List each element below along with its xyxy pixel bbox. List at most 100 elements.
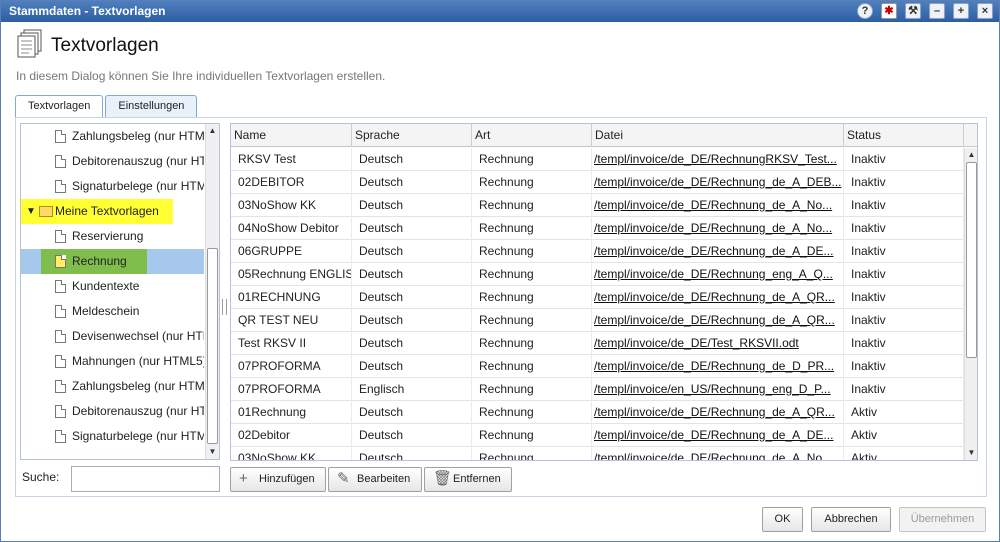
table-row[interactable]: 06GRUPPE Deutsch Rechnung/templ/invoice/de… [231, 240, 964, 263]
minimize-icon[interactable]: – [929, 3, 945, 19]
file-link[interactable]: /templ/invoice/en_US/Rechnung_eng_D_P... [592, 378, 844, 401]
cell-sprache: Deutsch [352, 309, 472, 332]
pane-splitter[interactable] [222, 299, 227, 315]
file-link[interactable]: /templ/invoice/de_DE/Rechnung_de_D_PR... [592, 355, 844, 378]
bug-icon[interactable]: ✱ [881, 3, 897, 19]
column-header-status[interactable]: Status [844, 124, 964, 147]
tree-item[interactable]: Devisenwechsel (nur HTML) [21, 324, 204, 349]
help-icon[interactable]: ? [857, 3, 873, 19]
cell-name: 03NoShow KK [231, 194, 352, 217]
table-row[interactable]: RKSV Test Deutsch Rechnung/templ/invoice/d… [231, 148, 964, 171]
title-bar: Stammdaten - Textvorlagen ? ✱ ⚒ – + × [1, 1, 999, 22]
tree-item-label: Meldeschein [72, 304, 140, 318]
table-row[interactable]: Test RKSV II Deutsch Rechnung/templ/invoic… [231, 332, 964, 355]
file-link[interactable]: /templ/invoice/de_DE/Test_RKSVII.odt [592, 332, 844, 355]
cell-name: QR TEST NEU [231, 309, 352, 332]
table-row[interactable]: 01RECHNUNG Deutsch Rechnung/templ/invoice/… [231, 286, 964, 309]
table-row[interactable]: 05Rechnung ENGLISCHDeutschRechnung/templ… [231, 263, 964, 286]
tree-item[interactable]: Zahlungsbeleg (nur HTML) [21, 374, 204, 399]
table-row[interactable]: 03NoShow KK Deutsch Rechnung/templ/invoice… [231, 447, 964, 460]
tree-item[interactable]: Zahlungsbeleg (nur HTML) [21, 124, 204, 149]
tree-item[interactable]: Meldeschein [21, 299, 204, 324]
tree-scrollbar[interactable]: ▲ ▼ [205, 124, 219, 459]
pencil-icon: ✎ [337, 470, 350, 487]
document-icon [55, 355, 66, 368]
ok-button[interactable]: OK [762, 507, 803, 532]
file-link[interactable]: /templ/invoice/de_DE/Rechnung_de_A_DE... [592, 240, 844, 263]
table-row[interactable]: 02DEBITOR Deutsch Rechnung/templ/invoice/d… [231, 171, 964, 194]
cell-name: 07PROFORMA [231, 378, 352, 401]
cell-art: Rechnung [472, 286, 592, 309]
maximize-icon[interactable]: + [953, 3, 969, 19]
file-link[interactable]: /templ/invoice/de_DE/Rechnung_de_A_QR... [592, 286, 844, 309]
table-row[interactable]: QR TEST NEU Deutsch Rechnung/templ/invoice… [231, 309, 964, 332]
table-row[interactable]: 07PROFORMA Englisch Rechnung/templ/invoice… [231, 378, 964, 401]
tree-item-selected[interactable]: Rechnung [21, 249, 204, 274]
scroll-up-icon[interactable]: ▲ [206, 124, 219, 138]
cell-sprache: Deutsch [352, 240, 472, 263]
file-link[interactable]: /templ/invoice/de_DE/Rechnung_eng_A_Q... [592, 263, 844, 286]
tree-item[interactable]: Signaturbelege (nur HTML) [21, 424, 204, 449]
document-icon [55, 230, 66, 243]
cancel-button[interactable]: Abbrechen [811, 507, 891, 532]
file-link[interactable]: /templ/invoice/de_DE/Rechnung_de_A_No... [592, 194, 844, 217]
column-header-art[interactable]: Art [472, 124, 592, 147]
tree-item-label: Signaturbelege (nur HTML) [72, 179, 204, 193]
table-row[interactable]: 01Rechnung Deutsch Rechnung/templ/invoice/… [231, 401, 964, 424]
scroll-thumb[interactable] [966, 162, 977, 358]
cell-art: Rechnung [472, 401, 592, 424]
tree-item[interactable]: Reservierung [21, 224, 204, 249]
tree-item-label: Mahnungen (nur HTML5) [72, 354, 204, 368]
search-input[interactable] [71, 466, 220, 492]
tab-einstellungen[interactable]: Einstellungen [105, 95, 198, 117]
file-link[interactable]: /templ/invoice/de_DE/RechnungRKSV_Test..… [592, 148, 844, 171]
tree-folder-meine-textvorlagen[interactable]: ▼ Meine Textvorlagen [21, 199, 173, 224]
table-scrollbar[interactable]: ▲ ▼ [964, 148, 977, 460]
cell-status: Aktiv [844, 424, 964, 447]
close-icon[interactable]: × [977, 3, 993, 19]
column-header-name[interactable]: Name [231, 124, 352, 147]
remove-button[interactable]: 🗑 Entfernen [424, 467, 512, 492]
tree-item[interactable]: Signaturbelege (nur HTML) [21, 174, 204, 199]
table-row[interactable]: 02Debitor Deutsch Rechnung/templ/invoice/d… [231, 424, 964, 447]
plus-icon: + [239, 470, 248, 487]
scroll-down-icon[interactable]: ▼ [206, 445, 219, 459]
cell-art: Rechnung [472, 240, 592, 263]
cell-sprache: Deutsch [352, 286, 472, 309]
file-link[interactable]: /templ/invoice/de_DE/Rechnung_de_A_DE... [592, 424, 844, 447]
add-button[interactable]: + Hinzufügen [230, 467, 326, 492]
tree-item-label: Reservierung [72, 229, 144, 243]
document-icon [55, 180, 66, 193]
file-link[interactable]: /templ/invoice/de_DE/Rechnung_de_A_No... [592, 447, 844, 460]
file-link[interactable]: /templ/invoice/de_DE/Rechnung_de_A_No... [592, 217, 844, 240]
cell-sprache: Deutsch [352, 171, 472, 194]
cell-status: Inaktiv [844, 171, 964, 194]
wrench-icon[interactable]: ⚒ [905, 3, 921, 19]
cell-status: Inaktiv [844, 263, 964, 286]
edit-button[interactable]: ✎ Bearbeiten [328, 467, 422, 492]
tab-textvorlagen[interactable]: Textvorlagen [15, 95, 104, 118]
remove-button-label: Entfernen [453, 473, 501, 485]
table-row[interactable]: 03NoShow KK Deutsch Rechnung/templ/invoice… [231, 194, 964, 217]
folder-open-icon [39, 206, 53, 217]
scroll-thumb[interactable] [207, 248, 218, 444]
tree-item[interactable]: Mahnungen (nur HTML5) [21, 349, 204, 374]
cell-sprache: Deutsch [352, 217, 472, 240]
expand-arrow-icon[interactable]: ▼ [26, 199, 36, 224]
table-row[interactable]: 07PROFORMA Deutsch Rechnung/templ/invoice/… [231, 355, 964, 378]
tree-item[interactable]: Debitorenauszug (nur HTML) [21, 149, 204, 174]
cell-art: Rechnung [472, 148, 592, 171]
column-header-datei[interactable]: Datei [592, 124, 844, 147]
scroll-up-icon[interactable]: ▲ [965, 148, 977, 162]
documents-icon [17, 29, 42, 58]
cell-art: Rechnung [472, 309, 592, 332]
apply-button[interactable]: Übernehmen [899, 507, 986, 532]
tree-item[interactable]: Debitorenauszug (nur HTML) [21, 399, 204, 424]
scroll-down-icon[interactable]: ▼ [965, 446, 977, 460]
tree-item[interactable]: Kundentexte [21, 274, 204, 299]
column-header-sprache[interactable]: Sprache [352, 124, 472, 147]
table-row[interactable]: 04NoShow Debitor Deutsch Rechnung/templ/in… [231, 217, 964, 240]
file-link[interactable]: /templ/invoice/de_DE/Rechnung_de_A_QR... [592, 309, 844, 332]
file-link[interactable]: /templ/invoice/de_DE/Rechnung_de_A_QR... [592, 401, 844, 424]
file-link[interactable]: /templ/invoice/de_DE/Rechnung_de_A_DEB..… [592, 171, 844, 194]
